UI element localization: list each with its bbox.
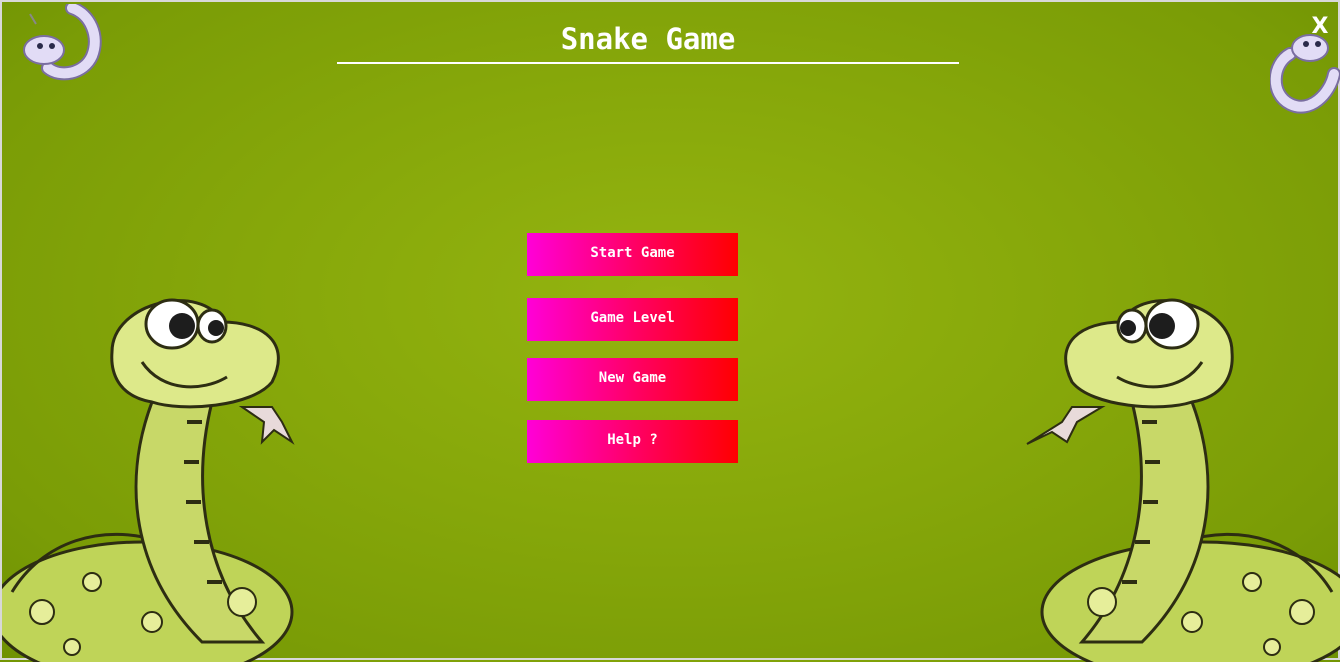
close-button[interactable]: X: [1308, 12, 1332, 42]
page-title: Snake Game: [337, 16, 959, 64]
cartoon-snake-left: [2, 298, 295, 662]
new-game-button[interactable]: New Game: [527, 358, 738, 401]
cartoon-snake-right: [1026, 298, 1340, 662]
help-button[interactable]: Help ?: [527, 420, 738, 463]
start-game-button[interactable]: Start Game: [527, 233, 738, 276]
corner-snake-icon-left: [23, 4, 102, 81]
game-level-button[interactable]: Game Level: [527, 298, 738, 341]
